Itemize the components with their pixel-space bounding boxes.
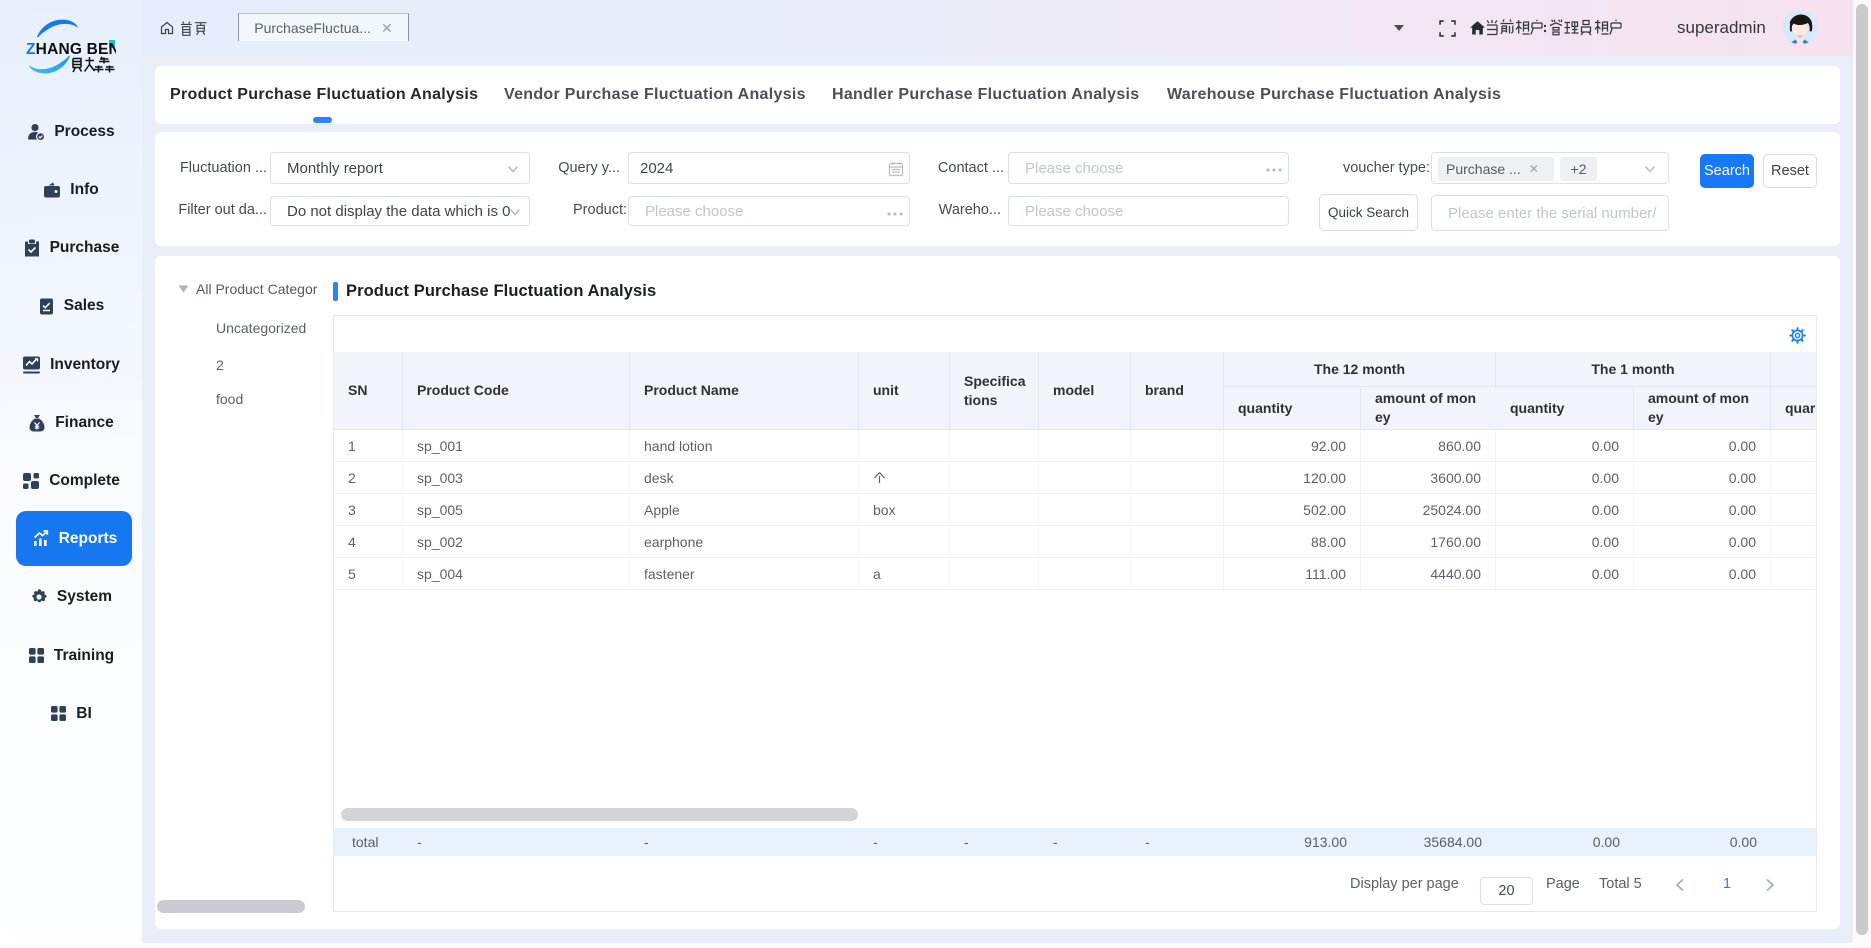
svg-text:ZHANG BEN: ZHANG BEN <box>26 41 116 58</box>
